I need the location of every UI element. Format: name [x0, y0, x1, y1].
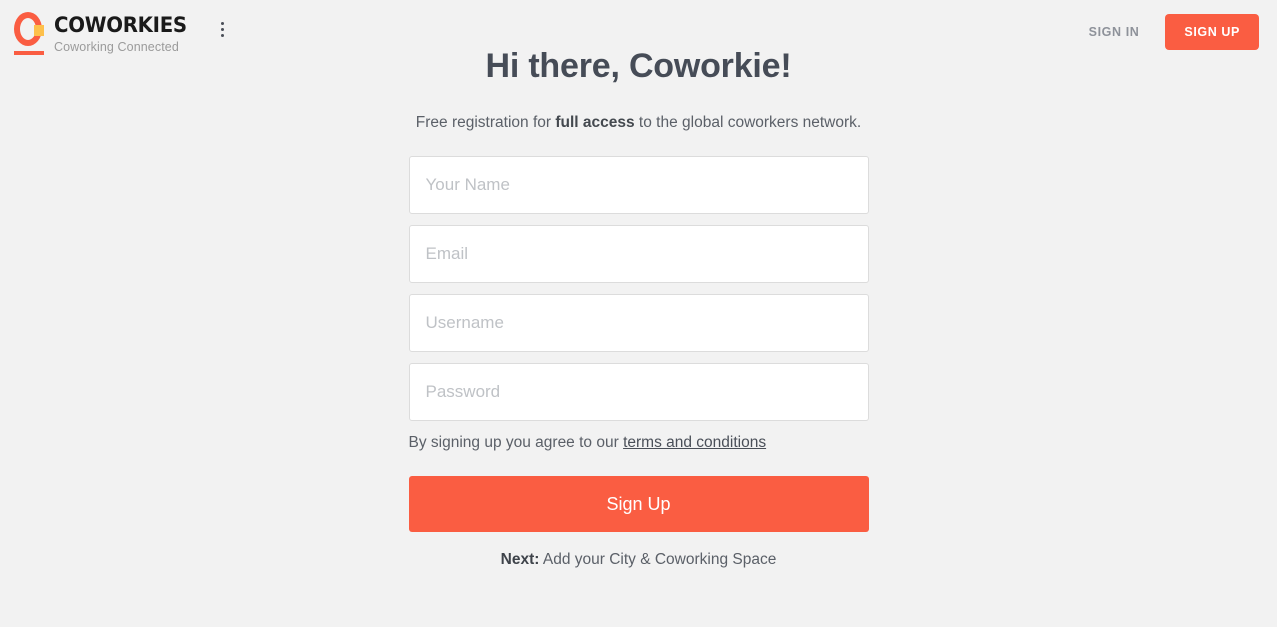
subtitle-part-2: to the global coworkers network. [634, 114, 862, 131]
submit-sign-up-button[interactable]: Sign Up [408, 476, 869, 532]
password-input[interactable] [408, 363, 869, 421]
email-input[interactable] [408, 225, 869, 283]
next-step-text: Add your City & Coworking Space [539, 551, 777, 568]
terms-prefix: By signing up you agree to our [408, 434, 624, 451]
name-input[interactable] [408, 156, 869, 214]
next-step-label: Next: [500, 551, 540, 568]
page-title: Hi there, Coworkie! [485, 47, 792, 85]
page-subtitle: Free registration for full access to the… [416, 113, 861, 133]
username-input[interactable] [408, 294, 869, 352]
terms-and-conditions-link[interactable]: terms and conditions [623, 434, 766, 451]
main-content: Hi there, Coworkie! Free registration fo… [0, 0, 1277, 570]
terms-agreement-text: By signing up you agree to our terms and… [409, 433, 869, 453]
next-step-hint: Next: Add your City & Coworking Space [501, 550, 777, 570]
signup-form: By signing up you agree to our terms and… [408, 156, 869, 570]
subtitle-part-1: Free registration for [415, 114, 556, 131]
subtitle-emphasis: full access [555, 114, 635, 131]
